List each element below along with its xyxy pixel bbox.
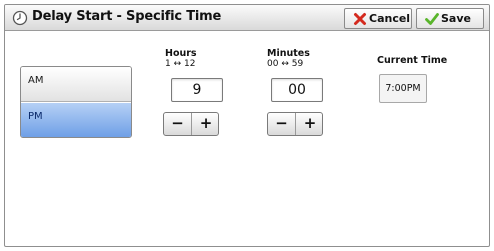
hours-value-field[interactable]: 9 <box>171 78 223 102</box>
cancel-label: Cancel <box>369 12 411 25</box>
minutes-decrement-button[interactable]: − <box>268 113 296 135</box>
hours-range: 1 ↔ 12 <box>165 59 196 69</box>
x-icon <box>354 13 366 25</box>
hours-increment-button[interactable]: + <box>192 113 218 135</box>
am-option-label: AM <box>28 75 44 86</box>
minutes-increment-button[interactable]: + <box>296 113 322 135</box>
save-label: Save <box>441 12 471 25</box>
minutes-value-field[interactable]: 00 <box>271 78 323 102</box>
dialog-header: Delay Start - Specific Time Cancel Save <box>5 5 489 31</box>
hours-label: Hours <box>165 48 197 59</box>
am-pm-selector: AM PM <box>20 66 132 138</box>
am-option[interactable]: AM <box>21 67 131 102</box>
hours-decrement-button[interactable]: − <box>164 113 192 135</box>
minutes-label: Minutes <box>267 48 310 59</box>
page-title: Delay Start - Specific Time <box>32 9 222 24</box>
current-time-label: Current Time <box>377 55 448 66</box>
minutes-range: 00 ↔ 59 <box>267 59 304 69</box>
pm-option[interactable]: PM <box>21 103 131 137</box>
delay-start-dialog: Delay Start - Specific Time Cancel Save … <box>4 4 490 247</box>
hours-stepper: − + <box>163 112 219 136</box>
current-time-display: 7:00PM <box>379 74 427 103</box>
checkmark-icon <box>425 13 439 25</box>
minutes-stepper: − + <box>267 112 323 136</box>
save-button[interactable]: Save <box>416 8 484 29</box>
pm-option-label: PM <box>28 111 43 122</box>
cancel-button[interactable]: Cancel <box>344 8 412 29</box>
clock-icon <box>12 10 28 26</box>
